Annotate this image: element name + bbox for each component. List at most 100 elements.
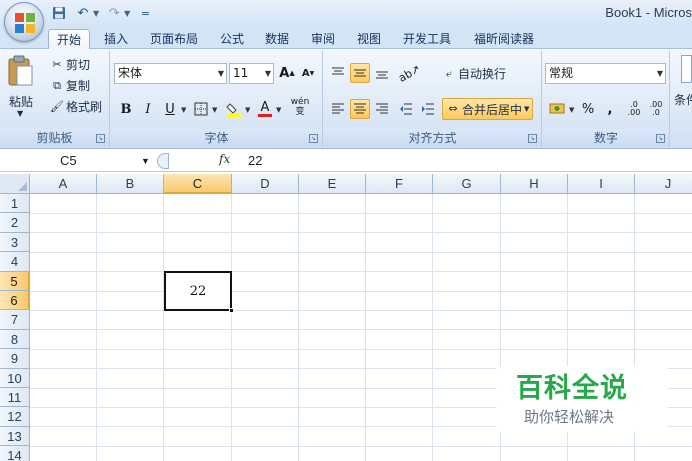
tab-review[interactable]: 审阅 <box>302 29 344 49</box>
row-header-14[interactable]: 14 <box>0 446 30 461</box>
borders-dropdown-icon[interactable]: ▼ <box>212 106 217 114</box>
row-header-12[interactable]: 12 <box>0 407 30 427</box>
merge-center-button[interactable]: ⇔ 合并后居中 ▼ <box>442 98 534 120</box>
number-format-combo[interactable]: 常规 ▼ <box>545 63 666 84</box>
column-header-e[interactable]: E <box>299 174 366 194</box>
undo-dropdown-icon[interactable]: ▼ <box>93 9 99 18</box>
office-button[interactable] <box>4 2 44 42</box>
gridline <box>30 271 692 272</box>
accounting-dropdown-icon[interactable]: ▼ <box>569 106 574 114</box>
column-header-j[interactable]: J <box>635 174 692 194</box>
align-right-button[interactable] <box>372 99 392 119</box>
active-cell-c5[interactable]: 22 <box>164 271 234 313</box>
align-bottom-button[interactable] <box>372 63 392 83</box>
format-painter-button[interactable]: 🖌 格式刷 <box>50 98 102 115</box>
row-header-2[interactable]: 2 <box>0 213 30 233</box>
customize-qat-button[interactable]: = <box>136 4 154 22</box>
tab-foxit-reader[interactable]: 福昕阅读器 <box>464 29 544 49</box>
row-header-10[interactable]: 10 <box>0 368 30 388</box>
phonetic-button[interactable]: wén 变 <box>287 97 313 117</box>
name-box-dropdown-icon[interactable]: ▼ <box>141 151 150 171</box>
row-header-6[interactable]: 6 <box>0 291 30 311</box>
tab-view[interactable]: 视图 <box>348 29 390 49</box>
number-launcher-icon[interactable]: ↘ <box>656 134 665 143</box>
column-header-c[interactable]: C <box>164 174 232 194</box>
redo-button[interactable]: ↷ <box>105 4 123 22</box>
cut-button[interactable]: ✂ 剪切 <box>50 56 90 73</box>
font-size-dropdown-icon[interactable]: ▼ <box>265 64 271 83</box>
column-header-d[interactable]: D <box>232 174 299 194</box>
clipboard-launcher-icon[interactable]: ↘ <box>96 134 105 143</box>
name-box[interactable]: C5 ▼ <box>0 151 153 171</box>
conditional-format-label[interactable]: 条件 <box>674 91 692 108</box>
italic-button[interactable]: I <box>138 99 158 119</box>
underline-button[interactable]: U <box>160 99 180 119</box>
shrink-font-button[interactable]: A ▼ <box>298 63 318 83</box>
column-header-i[interactable]: I <box>568 174 635 194</box>
formula-input[interactable]: 22 <box>248 153 262 168</box>
row-header-11[interactable]: 11 <box>0 388 30 408</box>
column-header-g[interactable]: G <box>433 174 501 194</box>
column-header-b[interactable]: B <box>97 174 164 194</box>
alignment-group-label: 对齐方式 <box>324 129 541 147</box>
row-header-9[interactable]: 9 <box>0 349 30 369</box>
accounting-format-button[interactable] <box>546 99 568 119</box>
fill-handle[interactable] <box>229 308 234 313</box>
redo-dropdown-icon[interactable]: ▼ <box>124 9 130 18</box>
wrap-text-button[interactable]: ⤶ 自动换行 <box>442 65 506 82</box>
alignment-launcher-icon[interactable]: ↘ <box>528 134 537 143</box>
tab-page-layout[interactable]: 页面布局 <box>140 29 208 49</box>
row-header-13[interactable]: 13 <box>0 426 30 447</box>
fill-color-dropdown-icon[interactable]: ▼ <box>245 106 250 114</box>
comma-button[interactable]: , <box>600 99 620 119</box>
merge-center-dropdown-icon[interactable]: ▼ <box>524 105 529 113</box>
bold-button[interactable]: B <box>116 99 136 119</box>
font-launcher-icon[interactable]: ↘ <box>309 134 318 143</box>
font-color-dropdown-icon[interactable]: ▼ <box>276 106 281 114</box>
copy-button[interactable]: ⧉ 复制 <box>50 77 90 94</box>
increase-decimal-button[interactable]: .0 .00 <box>623 99 645 119</box>
column-header-a[interactable]: A <box>30 174 97 194</box>
borders-button[interactable] <box>191 99 211 119</box>
row-header-8[interactable]: 8 <box>0 329 30 350</box>
font-color-button[interactable]: A <box>255 99 275 119</box>
tab-home[interactable]: 开始 <box>48 29 90 49</box>
align-middle-button[interactable] <box>350 63 370 83</box>
fill-color-button[interactable] <box>224 99 244 119</box>
tab-formulas[interactable]: 公式 <box>212 29 252 49</box>
align-left-button[interactable] <box>328 99 348 119</box>
increase-indent-button[interactable] <box>418 99 438 119</box>
decrease-indent-button[interactable] <box>396 99 416 119</box>
conditional-format-icon[interactable] <box>681 55 692 83</box>
insert-function-icon[interactable]: fx <box>219 152 230 166</box>
row-header-7[interactable]: 7 <box>0 310 30 330</box>
window-title: Book1 - Micros <box>605 5 692 20</box>
underline-dropdown-icon[interactable]: ▼ <box>181 106 186 114</box>
select-all-button[interactable] <box>0 174 30 194</box>
column-header-f[interactable]: F <box>366 174 433 194</box>
decrease-decimal-button[interactable]: .00 .0 <box>645 99 667 119</box>
column-header-h[interactable]: H <box>501 174 568 194</box>
grow-font-button[interactable]: A ▲ <box>277 63 297 83</box>
font-name-combo[interactable]: 宋体 ▼ <box>114 63 227 84</box>
paste-dropdown-icon[interactable]: ▼ <box>17 109 23 118</box>
align-center-button[interactable] <box>350 99 370 119</box>
paste-label[interactable]: 粘贴 <box>9 93 33 110</box>
font-name-dropdown-icon[interactable]: ▼ <box>218 64 224 83</box>
tab-data[interactable]: 数据 <box>256 29 298 49</box>
align-top-button[interactable] <box>328 63 348 83</box>
row-header-1[interactable]: 1 <box>0 194 30 214</box>
save-button[interactable] <box>50 4 68 22</box>
undo-button[interactable]: ↶ <box>74 4 92 22</box>
tab-insert[interactable]: 插入 <box>96 29 136 49</box>
number-format-dropdown-icon[interactable]: ▼ <box>657 64 663 83</box>
percent-button[interactable]: % <box>578 99 598 119</box>
row-header-3[interactable]: 3 <box>0 232 30 253</box>
paste-button[interactable] <box>6 55 36 89</box>
row-header-4[interactable]: 4 <box>0 252 30 272</box>
tab-developer[interactable]: 开发工具 <box>394 29 460 49</box>
formula-bar-separator[interactable] <box>157 153 169 169</box>
font-size-combo[interactable]: 11 ▼ <box>229 63 274 84</box>
row-header-5[interactable]: 5 <box>0 271 30 291</box>
orientation-button[interactable]: ab↗ <box>396 62 422 85</box>
